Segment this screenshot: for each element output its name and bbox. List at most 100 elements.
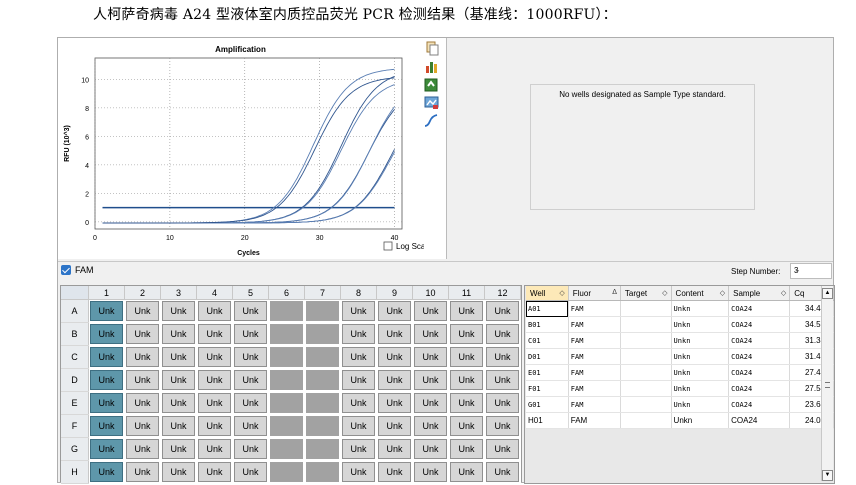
results-cell[interactable]: COA24: [728, 348, 791, 365]
plate-well[interactable]: Unk: [90, 324, 123, 344]
copy-icon[interactable]: [424, 41, 439, 56]
step-number-select[interactable]: 3 ⌄: [790, 263, 832, 279]
plate-well-cell[interactable]: Unk: [412, 437, 449, 461]
plate-well-cell[interactable]: Unk: [448, 437, 485, 461]
results-row[interactable]: H01 FAM Unkn COA24 24.03: [526, 412, 834, 429]
plate-well-cell[interactable]: Unk: [124, 391, 161, 415]
plate-well[interactable]: Unk: [90, 347, 123, 367]
amplification-chart[interactable]: 0 2 4 6 8 10 0 10 20 30 40 Cycles RFU (10^3) Log Scal…: [58, 38, 424, 259]
refresh-icon[interactable]: [424, 77, 439, 92]
plate-row-header[interactable]: B: [61, 322, 89, 346]
results-cell[interactable]: H01: [526, 412, 569, 429]
plate-well[interactable]: Unk: [162, 301, 195, 321]
plate-row-header[interactable]: G: [61, 437, 89, 461]
plate-well-cell[interactable]: Unk: [376, 345, 413, 369]
results-cell[interactable]: G01: [526, 396, 569, 413]
empty-well[interactable]: [306, 416, 339, 436]
plate-well-cell[interactable]: Unk: [412, 345, 449, 369]
plate-well-cell[interactable]: Unk: [448, 460, 485, 484]
plate-well-cell[interactable]: Unk: [340, 322, 377, 346]
plate-well[interactable]: Unk: [378, 301, 411, 321]
plate-well-cell[interactable]: Unk: [196, 299, 233, 323]
plate-well-cell[interactable]: Unk: [412, 391, 449, 415]
plate-well-cell[interactable]: Unk: [232, 460, 269, 484]
plate-well[interactable]: Unk: [450, 416, 483, 436]
sort-icon[interactable]: ◇: [662, 289, 670, 297]
plate-well[interactable]: Unk: [234, 439, 267, 459]
plate-column-header[interactable]: 5: [232, 286, 269, 300]
plate-well[interactable]: Unk: [162, 393, 195, 413]
plate-well[interactable]: Unk: [378, 370, 411, 390]
plate-well-cell[interactable]: Unk: [412, 322, 449, 346]
plate-well[interactable]: Unk: [450, 462, 483, 482]
plate-well-cell[interactable]: Unk: [196, 414, 233, 438]
plate-column-header[interactable]: 7: [304, 286, 341, 300]
plate-column-header[interactable]: 2: [124, 286, 161, 300]
empty-well[interactable]: [306, 462, 339, 482]
plate-well[interactable]: Unk: [486, 324, 519, 344]
results-cell[interactable]: FAM: [568, 396, 621, 413]
plate-well-cell[interactable]: Unk: [412, 299, 449, 323]
results-cell[interactable]: Unkn: [671, 380, 730, 397]
plate-well-cell[interactable]: Unk: [160, 460, 197, 484]
plate-row-header[interactable]: D: [61, 368, 89, 392]
curve-icon[interactable]: [424, 113, 439, 128]
plate-well[interactable]: Unk: [450, 370, 483, 390]
plate-well-cell[interactable]: [268, 345, 305, 369]
plate-well[interactable]: Unk: [198, 462, 231, 482]
empty-well[interactable]: [270, 439, 303, 459]
plate-well-cell[interactable]: [268, 437, 305, 461]
sort-icon[interactable]: ◇: [781, 289, 789, 297]
plate-well[interactable]: Unk: [378, 462, 411, 482]
plate-well[interactable]: Unk: [342, 416, 375, 436]
plate-well-cell[interactable]: Unk: [88, 414, 125, 438]
fam-checkbox[interactable]: [61, 265, 71, 275]
plate-well[interactable]: Unk: [414, 439, 447, 459]
plate-well-cell[interactable]: [268, 299, 305, 323]
results-cell[interactable]: COA24: [728, 316, 791, 333]
empty-well[interactable]: [270, 462, 303, 482]
plate-well-cell[interactable]: Unk: [448, 368, 485, 392]
plate-well-cell[interactable]: Unk: [88, 368, 125, 392]
plate-well-cell[interactable]: Unk: [484, 368, 521, 392]
results-cell[interactable]: [620, 332, 672, 349]
plate-well[interactable]: Unk: [90, 439, 123, 459]
plate-well[interactable]: Unk: [486, 393, 519, 413]
results-cell[interactable]: FAM: [568, 316, 621, 333]
results-cell[interactable]: Unkn: [671, 300, 730, 317]
results-cell[interactable]: FAM: [568, 364, 621, 381]
plate-well-cell[interactable]: Unk: [88, 322, 125, 346]
plate-well[interactable]: Unk: [378, 347, 411, 367]
results-column-header[interactable]: Fluor Δ: [568, 286, 621, 301]
plate-well-cell[interactable]: Unk: [448, 322, 485, 346]
plate-well[interactable]: Unk: [198, 416, 231, 436]
plate-well-cell[interactable]: Unk: [484, 414, 521, 438]
plate-well-cell[interactable]: Unk: [340, 460, 377, 484]
results-cell[interactable]: [620, 364, 672, 381]
plate-column-header[interactable]: 10: [412, 286, 449, 300]
plate-well[interactable]: Unk: [234, 416, 267, 436]
plate-well[interactable]: Unk: [342, 324, 375, 344]
plate-column-header[interactable]: 9: [376, 286, 413, 300]
plate-well-cell[interactable]: Unk: [484, 299, 521, 323]
results-row[interactable]: B01 FAM Unkn COA24 34.57: [526, 316, 834, 333]
plate-well[interactable]: Unk: [414, 393, 447, 413]
plate-well[interactable]: Unk: [198, 393, 231, 413]
plate-well[interactable]: Unk: [486, 347, 519, 367]
plate-well-cell[interactable]: Unk: [412, 414, 449, 438]
plate-well[interactable]: Unk: [198, 370, 231, 390]
plate-well-cell[interactable]: Unk: [448, 299, 485, 323]
plate-well[interactable]: Unk: [378, 393, 411, 413]
plate-well[interactable]: Unk: [486, 416, 519, 436]
plate-well[interactable]: Unk: [486, 439, 519, 459]
empty-well[interactable]: [270, 416, 303, 436]
plate-well-cell[interactable]: Unk: [448, 345, 485, 369]
plate-well-cell[interactable]: Unk: [448, 414, 485, 438]
plate-well-cell[interactable]: [268, 460, 305, 484]
plate-well[interactable]: Unk: [126, 324, 159, 344]
plate-well[interactable]: Unk: [342, 347, 375, 367]
plate-well-cell[interactable]: Unk: [448, 391, 485, 415]
results-cell[interactable]: COA24: [728, 300, 791, 317]
plate-corner[interactable]: [61, 286, 89, 300]
results-cell[interactable]: [620, 412, 672, 429]
